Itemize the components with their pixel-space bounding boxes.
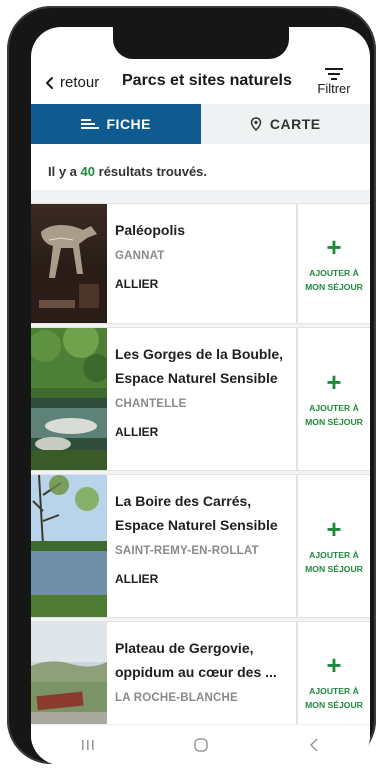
item-title: Paléopolis xyxy=(115,222,186,238)
list-item[interactable]: La Boire des Carrés, Espace Naturel Sens… xyxy=(31,474,370,618)
add-label: AJOUTER À MON SÉJOUR xyxy=(305,548,363,576)
list-item[interactable]: Paléopolis GANNAT ALLIER + AJOUTER À MON… xyxy=(31,203,370,324)
item-info: Les Gorges de la Bouble, Espace Naturel … xyxy=(107,328,297,470)
back-label: retour xyxy=(60,74,100,91)
results-suffix: résultats trouvés. xyxy=(98,164,208,179)
add-label: AJOUTER À MON SÉJOUR xyxy=(305,401,363,429)
add-label-line2: MON SÉJOUR xyxy=(305,700,363,710)
filter-label: Filtrer xyxy=(317,81,351,96)
item-title: La Boire des Carrés, Espace Naturel Sens… xyxy=(115,493,278,533)
results-prefix: Il y a xyxy=(48,164,77,179)
back-icon xyxy=(309,738,318,752)
home-button[interactable] xyxy=(181,730,221,760)
app-header: retour Parcs et sites naturels Filtrer xyxy=(31,64,370,104)
add-label: AJOUTER À MON SÉJOUR xyxy=(305,266,363,294)
system-back-button[interactable] xyxy=(294,730,334,760)
list-item[interactable]: Les Gorges de la Bouble, Espace Naturel … xyxy=(31,327,370,471)
map-pin-icon xyxy=(250,117,262,131)
plus-icon: + xyxy=(326,514,342,544)
add-label: AJOUTER À MON SÉJOUR xyxy=(305,684,363,712)
plus-icon: + xyxy=(326,650,342,680)
add-to-stay-button[interactable]: + AJOUTER À MON SÉJOUR xyxy=(297,328,370,470)
add-to-stay-button[interactable]: + AJOUTER À MON SÉJOUR xyxy=(297,475,370,617)
chevron-left-icon xyxy=(46,76,53,89)
tab-fiche-label: FICHE xyxy=(106,116,151,132)
add-label-line1: AJOUTER À xyxy=(309,550,359,560)
back-button[interactable]: retour xyxy=(44,74,99,91)
system-navigation-bar xyxy=(31,724,370,765)
view-tabs: FICHE CARTE xyxy=(31,104,370,144)
tab-fiche[interactable]: FICHE xyxy=(31,104,201,144)
camera-notch xyxy=(113,27,289,59)
add-label-line2: MON SÉJOUR xyxy=(305,281,363,292)
app-screen: retour Parcs et sites naturels Filtrer F… xyxy=(31,27,370,765)
recent-apps-button[interactable] xyxy=(68,730,108,760)
item-title: Les Gorges de la Bouble, Espace Naturel … xyxy=(115,346,284,386)
page-title: Parcs et sites naturels xyxy=(122,72,292,89)
add-to-stay-button[interactable]: + AJOUTER À MON SÉJOUR xyxy=(297,204,370,323)
list-icon xyxy=(80,119,99,129)
results-number: 40 xyxy=(80,164,96,179)
thumbnail-image xyxy=(31,204,107,323)
item-department: ALLIER xyxy=(115,425,159,439)
add-label-line1: AJOUTER À xyxy=(309,403,359,413)
item-city: SAINT-REMY-EN-ROLLAT xyxy=(115,545,259,557)
add-label-line2: MON SÉJOUR xyxy=(305,564,363,574)
results-count: Il y a 40 résultats trouvés. xyxy=(48,164,207,179)
results-list: Paléopolis GANNAT ALLIER + AJOUTER À MON… xyxy=(31,190,370,746)
tab-carte-label: CARTE xyxy=(269,116,321,132)
item-department: ALLIER xyxy=(115,277,159,291)
phone-frame: retour Parcs et sites naturels Filtrer F… xyxy=(7,6,376,765)
item-info: La Boire des Carrés, Espace Naturel Sens… xyxy=(107,475,297,617)
filter-button[interactable]: Filtrer xyxy=(308,66,360,96)
add-label-line2: MON SÉJOUR xyxy=(305,417,363,427)
item-title: Plateau de Gergovie, oppidum au cœur des… xyxy=(115,640,277,680)
item-info: Paléopolis GANNAT ALLIER xyxy=(107,204,297,323)
recent-apps-icon xyxy=(81,740,94,750)
item-city: GANNAT xyxy=(115,250,165,262)
thumbnail-image xyxy=(31,328,107,470)
add-label-line1: AJOUTER À xyxy=(309,686,359,696)
plus-icon: + xyxy=(326,367,342,397)
tab-carte[interactable]: CARTE xyxy=(200,104,370,144)
item-city: CHANTELLE xyxy=(115,398,187,410)
home-icon xyxy=(193,738,208,752)
filter-icon xyxy=(325,68,343,80)
thumbnail-image xyxy=(31,475,107,617)
add-label-line1: AJOUTER À xyxy=(309,267,359,278)
item-city: LA ROCHE-BLANCHE xyxy=(115,692,238,704)
item-department: ALLIER xyxy=(115,572,159,586)
plus-icon: + xyxy=(326,231,342,262)
